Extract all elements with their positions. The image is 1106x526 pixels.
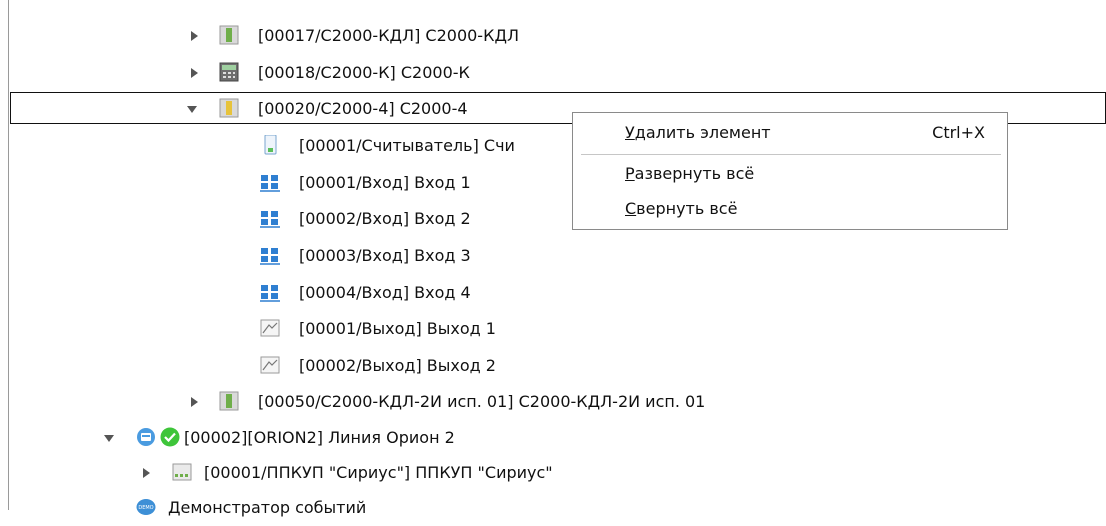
menu-item-expand-all[interactable]: Развернуть всё [573, 157, 1009, 191]
menu-item-shortcut: Ctrl+X [932, 123, 985, 142]
tree-row[interactable]: DEMO Демонстратор событий [0, 490, 1106, 526]
tree-row[interactable]: [00002][ORION2] Линия Орион 2 [0, 420, 1106, 456]
green-device-icon [219, 391, 239, 411]
tree-row[interactable]: [00001/ППКУП "Сириус"] ППКУП "Сириус" [0, 455, 1106, 491]
svg-text:DEMO: DEMO [138, 505, 153, 511]
line-icon [137, 428, 155, 446]
tree-row-label: [00017/С2000-КДЛ] С2000-КДЛ [258, 26, 519, 45]
device-tree: [00017/С2000-КДЛ] С2000-КДЛ [00018/С2000… [0, 0, 1106, 517]
menu-item-label: Свернуть всё [625, 199, 738, 218]
output-icon [260, 356, 280, 374]
collapse-arrow-icon[interactable] [186, 103, 198, 115]
tree-row-label: [00001/Выход] Выход 1 [299, 319, 496, 338]
tree-row-label: Демонстратор событий [168, 498, 367, 517]
keypad-device-icon [219, 62, 239, 82]
output-icon [260, 319, 280, 337]
tree-row[interactable]: [00002/Выход] Выход 2 [0, 348, 1106, 384]
tree-row-label: [00001/Вход] Вход 1 [299, 173, 471, 192]
tree-row[interactable]: [00017/С2000-КДЛ] С2000-КДЛ [0, 18, 1106, 54]
green-device-icon [219, 25, 239, 45]
menu-item-collapse-all[interactable]: Свернуть всё [573, 192, 1009, 226]
reader-icon [264, 135, 277, 155]
tree-row-label: [00050/С2000-КДЛ-2И исп. 01] С2000-КДЛ-2… [258, 392, 706, 411]
tree-row[interactable]: [00018/С2000-К] С2000-К [0, 55, 1106, 91]
expand-arrow-icon[interactable] [140, 467, 152, 479]
tree-row-label: [00020/С2000-4] С2000-4 [258, 99, 468, 118]
tree-row[interactable]: [00001/Выход] Выход 1 [0, 311, 1106, 347]
expand-arrow-icon[interactable] [188, 30, 200, 42]
panel-device-icon [172, 463, 192, 481]
expand-arrow-icon[interactable] [188, 67, 200, 79]
input-icon [260, 211, 280, 228]
expand-arrow-icon[interactable] [188, 396, 200, 408]
input-icon [260, 175, 280, 192]
tree-row[interactable]: [00004/Вход] Вход 4 [0, 275, 1106, 311]
collapse-arrow-icon[interactable] [103, 432, 115, 444]
input-icon [260, 285, 280, 302]
menu-item-label: Развернуть всё [625, 164, 755, 183]
tree-row-label: [00018/С2000-К] С2000-К [258, 63, 470, 82]
yellow-device-icon [219, 98, 239, 118]
tree-row-label: [00003/Вход] Вход 3 [299, 246, 471, 265]
tree-row-label: [00001/ППКУП "Сириус"] ППКУП "Сириус" [204, 463, 553, 482]
input-icon [260, 248, 280, 265]
menu-item-label: Удалить элемент [625, 123, 771, 142]
ok-check-icon [160, 427, 180, 447]
tree-row-label: [00001/Считыватель] Счи [299, 136, 515, 155]
context-menu: Удалить элемент Ctrl+X Развернуть всё Св… [572, 112, 1008, 230]
tree-row-label: [00002][ORION2] Линия Орион 2 [184, 428, 455, 447]
tree-row[interactable]: [00050/С2000-КДЛ-2И исп. 01] С2000-КДЛ-2… [0, 384, 1106, 420]
demo-icon: DEMO [136, 499, 156, 515]
tree-row-label: [00002/Выход] Выход 2 [299, 356, 496, 375]
menu-item-delete[interactable]: Удалить элемент Ctrl+X [573, 116, 1009, 150]
tree-row-label: [00004/Вход] Вход 4 [299, 283, 471, 302]
tree-row[interactable]: [00003/Вход] Вход 3 [0, 238, 1106, 274]
tree-row-label: [00002/Вход] Вход 2 [299, 209, 471, 228]
menu-separator [581, 154, 1001, 155]
